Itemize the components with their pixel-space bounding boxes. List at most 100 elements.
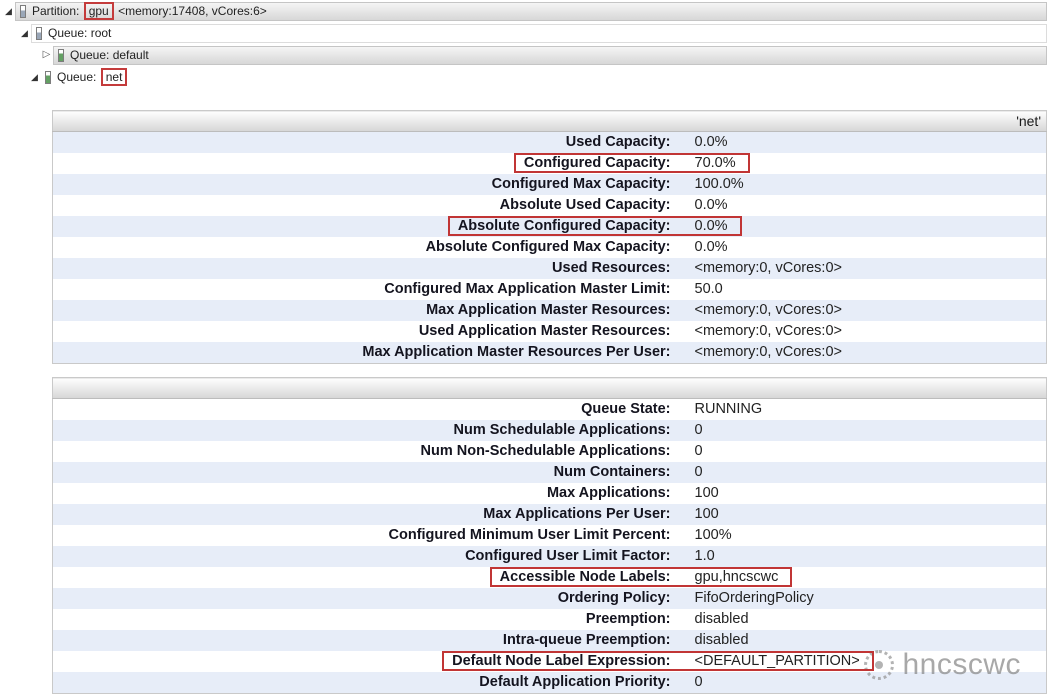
row-label: Configured Max Capacity: (491, 176, 671, 192)
table-row: Max Application Master Resources Per Use… (52, 342, 1047, 364)
row-label: Used Application Master Resources: (418, 323, 671, 339)
table-row: Queue State: RUNNING (52, 398, 1047, 420)
table-row: Num Schedulable Applications: 0 (52, 420, 1047, 441)
row-value: 0 (694, 464, 703, 480)
tree-row-queue-root[interactable]: ◢ Queue: root (0, 22, 1047, 44)
row-value: 100.0% (694, 176, 744, 192)
table-header-blank (52, 377, 1047, 399)
table-row: Configured User Limit Factor: 1.0 (52, 546, 1047, 567)
queue-capacity-icon (58, 48, 64, 62)
table-row: Configured Max Capacity: 100.0% (52, 174, 1047, 195)
row-value: <memory:0, vCores:0> (694, 323, 842, 339)
expander-icon[interactable]: ◢ (28, 66, 41, 88)
tree-row-partition[interactable]: ◢ Partition: gpu <memory:17408, vCores:6… (0, 0, 1047, 22)
row-value: RUNNING (694, 401, 763, 417)
queue-net-name-highlight: net (100, 67, 128, 86)
partition-name-highlight: gpu (83, 1, 114, 20)
table-row: Max Application Master Resources: <memory… (52, 300, 1047, 321)
partition-resources: <memory:17408, vCores:6> (114, 3, 267, 18)
table-header-row: 'net' (52, 110, 1047, 132)
queue-tree: ◢ Partition: gpu <memory:17408, vCores:6… (0, 0, 1047, 88)
table-row: Configured Capacity: 70.0% (52, 153, 1047, 174)
partition-label: Partition: gpu <memory:17408, vCores:6> (32, 1, 267, 21)
row-label: Configured Minimum User Limit Percent: (388, 527, 671, 543)
table-row: Absolute Configured Max Capacity: 0.0% (52, 237, 1047, 258)
status-table: Queue State: RUNNING Num Schedulable Appli… (52, 377, 1047, 694)
expander-icon[interactable]: ◢ (2, 0, 15, 22)
row-label: Used Resources: (552, 260, 671, 276)
scheduler-page: ◢ Partition: gpu <memory:17408, vCores:6… (0, 0, 1047, 698)
partition-capacity-icon (20, 4, 26, 18)
table-row: Num Non-Schedulable Applications: 0 (52, 441, 1047, 462)
row-label: Absolute Configured Capacity: (457, 218, 671, 234)
row-value: disabled (694, 632, 749, 648)
row-label: Accessible Node Labels: (499, 569, 671, 585)
watermark-text: hncscwc (902, 648, 1021, 681)
row-label: Intra-queue Preemption: (502, 632, 671, 648)
row-value: 50.0 (694, 281, 723, 297)
row-label: Used Capacity: (565, 134, 671, 150)
root-capacity-bar[interactable]: Queue: root (31, 23, 1047, 43)
queue-capacity-icon (36, 26, 42, 40)
partition-label-prefix: Partition: (32, 3, 80, 18)
table-row: Num Containers: 0 (52, 462, 1047, 483)
row-value: 0.0% (694, 197, 728, 213)
row-label: Default Application Priority: (479, 674, 671, 690)
table-row: Absolute Configured Capacity: 0.0% (52, 216, 1047, 237)
table-row: Max Applications: 100 (52, 483, 1047, 504)
row-label: Default Node Label Expression: (452, 653, 671, 669)
table-row: Used Resources: <memory:0, vCores:0> (52, 258, 1047, 279)
tree-row-queue-default[interactable]: ▷ Queue: default (0, 44, 1047, 66)
row-label: Absolute Configured Max Capacity: (425, 239, 671, 255)
queue-net-label: Queue: net (57, 67, 128, 87)
row-value: 100 (694, 506, 719, 522)
row-value: 100% (694, 527, 732, 543)
row-value: 0 (694, 422, 703, 438)
row-value: 100 (694, 485, 719, 501)
table-row: Configured Max Application Master Limit:… (52, 279, 1047, 300)
row-label: Preemption: (585, 611, 671, 627)
row-value: 0.0% (694, 134, 728, 150)
partition-capacity-bar[interactable]: Partition: gpu <memory:17408, vCores:6> (15, 1, 1047, 21)
row-value: <memory:0, vCores:0> (694, 344, 842, 360)
tree-row-queue-net[interactable]: ◢ Queue: net (0, 66, 1047, 88)
table-row: Preemption: disabled (52, 609, 1047, 630)
table-row: Ordering Policy: FifoOrderingPolicy (52, 588, 1047, 609)
row-value: 70.0% (694, 155, 736, 171)
expander-icon[interactable]: ▷ (40, 44, 53, 66)
table-header-row (52, 377, 1047, 399)
row-value: 1.0 (694, 548, 715, 564)
row-value: 0.0% (694, 239, 728, 255)
row-label: Configured Capacity: (523, 155, 671, 171)
row-value: 0 (694, 674, 703, 690)
capacity-table: 'net' Used Capacity: 0.0% Configured Capac… (52, 110, 1047, 364)
table-header-queue-name: 'net' (52, 110, 1047, 132)
row-value: gpu,hncscwc (694, 569, 779, 585)
row-value: disabled (694, 611, 749, 627)
row-value: <memory:0, vCores:0> (694, 260, 842, 276)
expander-icon[interactable]: ◢ (18, 22, 31, 44)
row-label: Configured Max Application Master Limit: (384, 281, 671, 297)
table-row: Configured Minimum User Limit Percent: 10… (52, 525, 1047, 546)
row-value: 0 (694, 443, 703, 459)
row-label: Max Application Master Resources: (426, 302, 671, 318)
default-capacity-bar[interactable]: Queue: default (53, 45, 1047, 65)
row-label: Max Applications Per User: (483, 506, 671, 522)
queue-capacity-icon (45, 70, 51, 84)
net-capacity-bar[interactable]: Queue: net (41, 67, 1047, 87)
row-label: Ordering Policy: (557, 590, 671, 606)
row-label: Queue State: (581, 401, 671, 417)
row-value: FifoOrderingPolicy (694, 590, 814, 606)
table-row: Accessible Node Labels: gpu,hncscwc (52, 567, 1047, 588)
row-label: Max Application Master Resources Per Use… (362, 344, 671, 360)
queue-net-label-prefix: Queue: (57, 69, 97, 84)
row-value: <DEFAULT_PARTITION> (694, 653, 860, 669)
table-row: Used Capacity: 0.0% (52, 131, 1047, 153)
watermark-logo-icon (864, 650, 895, 680)
table-row: Absolute Used Capacity: 0.0% (52, 195, 1047, 216)
table-row: Max Applications Per User: 100 (52, 504, 1047, 525)
row-value: <memory:0, vCores:0> (694, 302, 842, 318)
row-label: Num Containers: (553, 464, 671, 480)
row-label: Configured User Limit Factor: (465, 548, 671, 564)
row-label: Num Schedulable Applications: (453, 422, 671, 438)
